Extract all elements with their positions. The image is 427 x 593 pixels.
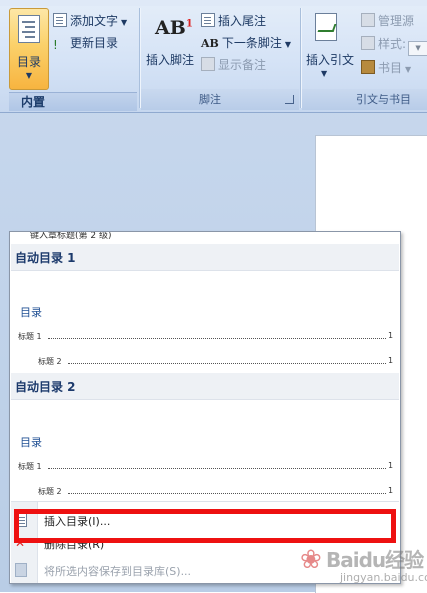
red-highlight-box <box>14 509 396 543</box>
style-label: 样式: <box>378 37 407 51</box>
update-toc-button[interactable]: ! 更新目录 <box>53 34 118 52</box>
save-gallery-icon <box>15 563 27 577</box>
manage-sources-button[interactable]: 管理源 <box>361 12 414 30</box>
chevron-down-icon: ▼ <box>284 40 292 49</box>
preview-title: 目录 <box>20 306 42 319</box>
group-separator <box>139 8 140 108</box>
bibliography-label: 书目 <box>378 61 403 75</box>
toc-button-label: 目录 <box>16 55 41 69</box>
chevron-down-icon: ▼ <box>321 69 328 78</box>
toc-page-number: 1 <box>388 461 394 470</box>
add-text-icon <box>53 13 67 27</box>
next-footnote-button[interactable]: AB 下一条脚注 ▼ <box>201 34 291 52</box>
toc-preview-line: 标题 2 1 <box>38 356 394 367</box>
toc-preview-line: 标题 1 1 <box>18 331 394 342</box>
menu-separator <box>11 501 399 502</box>
toc-entry-text: 标题 2 <box>38 487 62 496</box>
toc-page-number: 1 <box>388 356 394 365</box>
update-toc-label: 更新目录 <box>70 36 119 50</box>
toc-entry-text: 标题 1 <box>18 332 42 341</box>
leader-dots <box>48 331 386 339</box>
citation-group-label: 引文与书目 <box>356 93 411 106</box>
footnote-icon: AB1 <box>155 17 193 39</box>
group-separator <box>300 8 301 108</box>
toc-entry-text: 标题 2 <box>38 357 62 366</box>
show-notes-icon <box>201 57 215 71</box>
gallery-heading: 自动目录 1 <box>11 244 399 271</box>
manage-sources-label: 管理源 <box>378 14 415 28</box>
manage-sources-icon <box>361 13 375 27</box>
show-notes-label: 显示备注 <box>218 58 267 72</box>
chevron-down-icon: ▼ <box>405 65 412 74</box>
next-footnote-icon: AB <box>201 37 219 50</box>
chevron-down-icon: ▼ <box>121 18 128 27</box>
dialog-launcher-icon[interactable] <box>285 95 294 104</box>
toc-preview-line: 标题 1 1 <box>18 461 394 472</box>
ribbon-tab-strip <box>0 0 427 6</box>
insert-endnote-button[interactable]: 插入尾注 <box>201 12 266 30</box>
show-notes-button[interactable]: 显示备注 <box>201 56 266 74</box>
leader-dots <box>68 356 386 364</box>
add-text-button[interactable]: 添加文字 ▼ <box>53 12 127 30</box>
book-icon <box>361 60 375 74</box>
refresh-icon: ! <box>53 38 58 52</box>
gallery-heading-label: 自动目录 1 <box>15 251 76 265</box>
toc-preview-entry: 键入章标题(第 2 级) <box>30 231 112 241</box>
bibliography-button[interactable]: 书目 ▼ <box>361 59 411 77</box>
next-footnote-label: 下一条脚注 <box>221 36 282 50</box>
preview-title: 目录 <box>20 436 42 449</box>
insert-citation-button[interactable]: 插入引文 <box>306 51 354 68</box>
toc-preview-line: 标题 2 1 <box>38 486 394 497</box>
style-dropdown[interactable]: ▼ <box>408 41 427 56</box>
insert-endnote-label: 插入尾注 <box>218 14 267 28</box>
style-icon <box>361 36 375 50</box>
add-text-label: 添加文字 <box>70 14 119 28</box>
leader-dots <box>68 486 386 494</box>
toc-page-number: 1 <box>388 331 394 340</box>
builtin-label: 内置 <box>21 95 46 109</box>
toc-entry-text: 标题 1 <box>18 462 42 471</box>
toc-icon <box>18 15 40 43</box>
toc-button[interactable]: 目录 ▼ <box>9 8 49 90</box>
watermark-brand: Baidu经验 <box>326 548 424 572</box>
insert-citation-icon <box>315 13 337 41</box>
save-to-gallery-label: 将所选内容保存到目录库(S)... <box>44 565 192 578</box>
builtin-gallery-header: 内置 <box>9 92 137 111</box>
insert-footnote-button[interactable]: 插入脚注 <box>146 51 194 68</box>
toc-page-number: 1 <box>388 486 394 495</box>
baidu-watermark: ❀ Baidu经验 jingyan.baidu.com <box>300 541 427 591</box>
endnote-icon <box>201 13 215 27</box>
ribbon: 目录 ▼ 添加文字 ▼ ! 更新目录 内置 AB1 插入脚注 插入尾注 AB 下一条脚… <box>0 0 427 113</box>
baidu-paw-icon: ❀ <box>300 545 322 575</box>
chevron-down-icon: ▼ <box>25 71 33 80</box>
footnote-group-label: 脚注 <box>199 93 221 106</box>
leader-dots <box>48 461 386 469</box>
style-selector[interactable]: 样式: ▼ <box>361 35 427 56</box>
watermark-url: jingyan.baidu.com <box>340 571 427 584</box>
gallery-heading: 自动目录 2 <box>11 373 399 400</box>
gallery-heading-label: 自动目录 2 <box>15 380 76 394</box>
